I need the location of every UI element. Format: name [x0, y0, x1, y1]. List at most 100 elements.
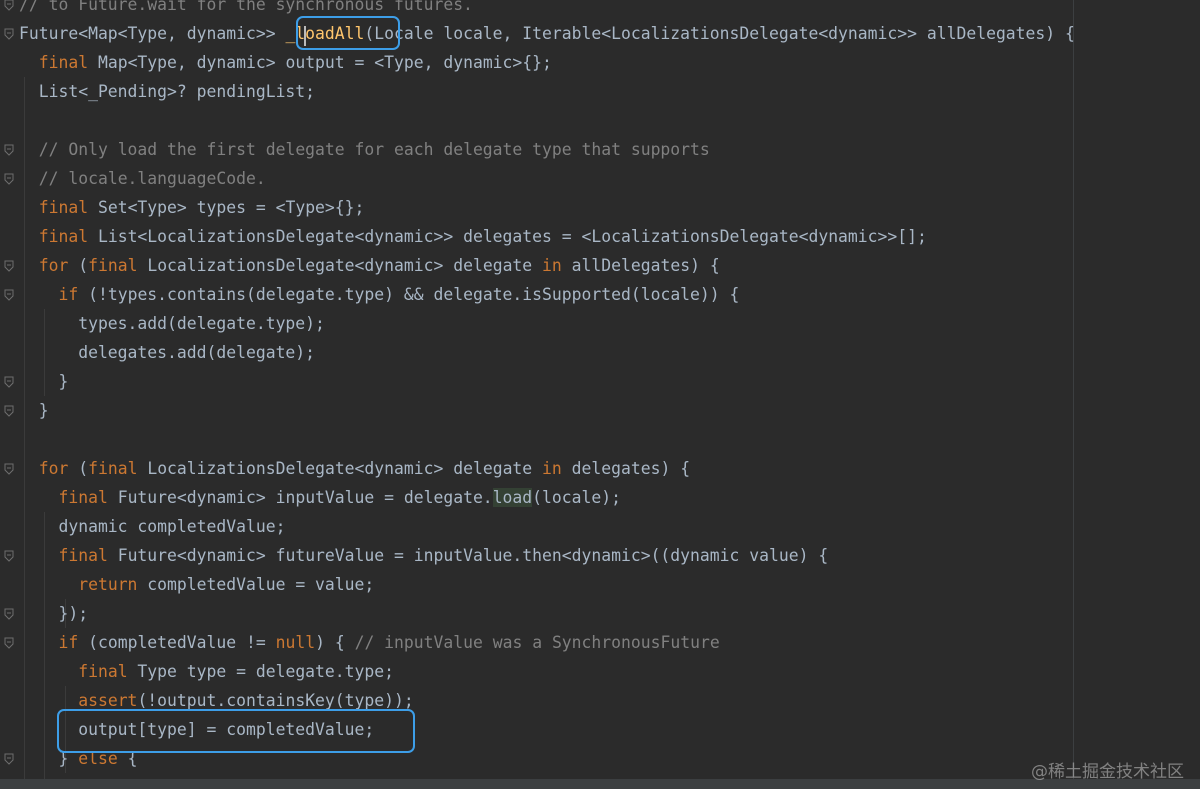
code-line-text: final List<LocalizationsDelegate<dynamic…	[19, 222, 927, 251]
code-token: Future<dynamic> futureValue = inputValue…	[107, 546, 829, 565]
code-line[interactable]: if (completedValue != null) { // inputVa…	[0, 628, 1200, 657]
fold-marker-icon[interactable]	[4, 637, 14, 649]
code-token: (!output.containsKey(type));	[137, 691, 414, 710]
code-line[interactable]: delegates.add(delegate);	[0, 338, 1200, 367]
code-line[interactable]: Future<Map<Type, dynamic>> _loadAll(Loca…	[0, 19, 1200, 48]
code-line[interactable]: }	[0, 396, 1200, 425]
code-token: allDelegates) {	[561, 256, 720, 275]
comment-token: // Only load the first delegate for each…	[38, 140, 710, 159]
fold-marker-icon[interactable]	[4, 463, 14, 475]
keyword-token: final	[88, 256, 138, 275]
comment-token: // locale.languageCode.	[38, 169, 266, 188]
code-line-text: });	[19, 599, 88, 628]
code-token: completedValue = value;	[137, 575, 375, 594]
fold-marker-icon[interactable]	[4, 376, 14, 388]
code-line-text: if (completedValue != null) { // inputVa…	[19, 628, 719, 657]
code-line[interactable]: if (!types.contains(delegate.type) && de…	[0, 280, 1200, 309]
code-line-text: dynamic completedValue;	[19, 512, 285, 541]
code-line-text: final Map<Type, dynamic> output = <Type,…	[19, 48, 552, 77]
code-line-text: for (final LocalizationsDelegate<dynamic…	[19, 454, 690, 483]
code-line-text: // locale.languageCode.	[19, 164, 266, 193]
code-token: delegates) {	[561, 459, 691, 478]
keyword-token: final	[38, 227, 89, 246]
fold-marker-icon[interactable]	[4, 753, 14, 765]
code-token: }	[19, 372, 69, 391]
fold-marker-icon[interactable]	[4, 608, 14, 620]
code-token: Map<Type, dynamic> output = <Type, dynam…	[88, 53, 552, 72]
code-token: Future<dynamic> inputValue = delegate.	[107, 488, 493, 507]
code-token: LocalizationsDelegate<dynamic> delegate	[137, 459, 543, 478]
code-line[interactable]: // locale.languageCode.	[0, 164, 1200, 193]
code-line[interactable]: for (final LocalizationsDelegate<dynamic…	[0, 454, 1200, 483]
code-token: LocalizationsDelegate<dynamic> delegate	[137, 256, 543, 275]
code-line-text: List<_Pending>? pendingList;	[19, 77, 315, 106]
keyword-token: final	[38, 53, 89, 72]
code-line[interactable]: }	[0, 367, 1200, 396]
code-line[interactable]: final List<LocalizationsDelegate<dynamic…	[0, 222, 1200, 251]
code-line-text: for (final LocalizationsDelegate<dynamic…	[19, 251, 720, 280]
code-line[interactable]: final Set<Type> types = <Type>{};	[0, 193, 1200, 222]
code-line-text: Future<Map<Type, dynamic>> _loadAll(Loca…	[19, 19, 1075, 48]
code-line-text: types.add(delegate.type);	[19, 309, 325, 338]
fold-marker-icon[interactable]	[4, 28, 14, 40]
fold-marker-icon[interactable]	[4, 173, 14, 185]
code-line-text: final Future<dynamic> futureValue = inpu…	[19, 541, 828, 570]
code-line[interactable]: // to Future.wait for the synchronous fu…	[0, 0, 1200, 19]
code-token: (Locale locale, Iterable<LocalizationsDe…	[364, 24, 1075, 43]
fold-marker-icon[interactable]	[4, 260, 14, 272]
keyword-token: final	[38, 198, 89, 217]
keyword-token: return	[78, 575, 138, 594]
code-line-text: }	[19, 396, 49, 425]
keyword-token: if	[58, 633, 79, 652]
code-line-text: // to Future.wait for the synchronous fu…	[19, 0, 473, 19]
keyword-token: for	[38, 459, 69, 478]
code-line[interactable]: for (final LocalizationsDelegate<dynamic…	[0, 251, 1200, 280]
code-line-text: delegates.add(delegate);	[19, 338, 315, 367]
code-line[interactable]: List<_Pending>? pendingList;	[0, 77, 1200, 106]
code-token: Future<Map<Type, dynamic>>	[19, 24, 286, 43]
code-token: (!types.contains(delegate.type) && deleg…	[78, 285, 740, 304]
keyword-token: null	[275, 633, 316, 652]
code-line[interactable]: final Future<dynamic> futureValue = inpu…	[0, 541, 1200, 570]
code-token: (completedValue !=	[78, 633, 276, 652]
code-line[interactable]: return completedValue = value;	[0, 570, 1200, 599]
code-token: List<LocalizationsDelegate<dynamic>> del…	[88, 227, 927, 246]
code-line[interactable]: });	[0, 599, 1200, 628]
code-editor[interactable]: // to Future.wait for the synchronous fu…	[0, 0, 1200, 789]
status-strip	[0, 779, 1200, 789]
code-line-text: // Only load the first delegate for each…	[19, 135, 710, 164]
code-line-text: }	[19, 367, 68, 396]
code-line[interactable]: types.add(delegate.type);	[0, 309, 1200, 338]
fold-marker-icon[interactable]	[4, 550, 14, 562]
code-line-text: final Future<dynamic> inputValue = deleg…	[19, 483, 621, 512]
fold-marker-icon[interactable]	[4, 144, 14, 156]
watermark-text: @稀土掘金技术社区	[1031, 762, 1184, 782]
code-token: delegates.add(delegate);	[19, 343, 316, 362]
code-line[interactable]: dynamic completedValue;	[0, 512, 1200, 541]
code-token: Type type = delegate.type;	[127, 662, 394, 681]
callout-loadall	[296, 16, 400, 50]
code-line[interactable]: final Future<dynamic> inputValue = deleg…	[0, 483, 1200, 512]
highlighted-token: load	[492, 488, 533, 507]
fold-marker-icon[interactable]	[4, 289, 14, 301]
fold-marker-icon[interactable]	[4, 0, 14, 11]
code-line[interactable]: // Only load the first delegate for each…	[0, 135, 1200, 164]
fold-marker-icon[interactable]	[4, 405, 14, 417]
code-line[interactable]: final Type type = delegate.type;	[0, 657, 1200, 686]
code-line[interactable]	[0, 106, 1200, 135]
comment-token: // to Future.wait for the synchronous fu…	[19, 0, 473, 14]
code-line[interactable]	[0, 425, 1200, 454]
code-line[interactable]: final Map<Type, dynamic> output = <Type,…	[0, 48, 1200, 77]
code-line-text: return completedValue = value;	[19, 570, 374, 599]
